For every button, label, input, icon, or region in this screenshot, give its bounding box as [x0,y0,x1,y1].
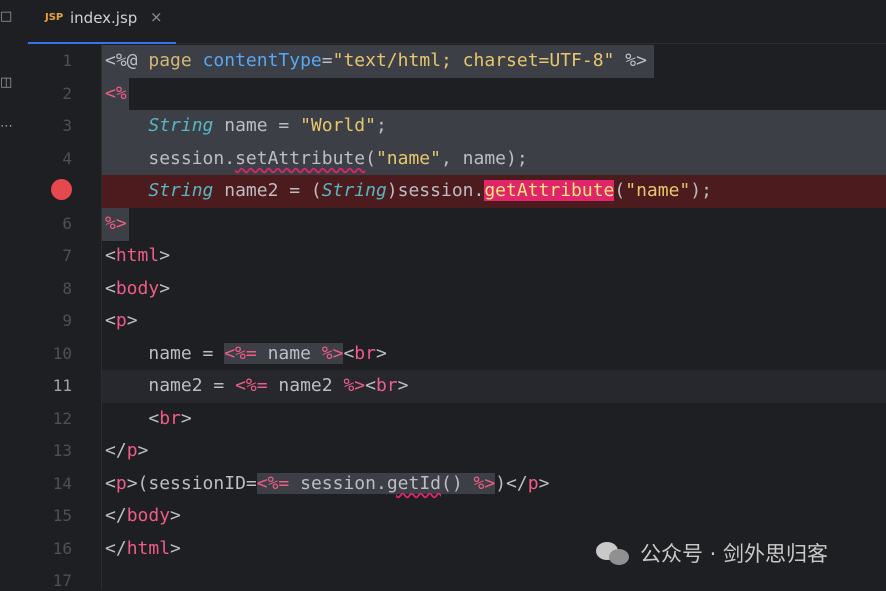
line-number: 10 [52,344,72,363]
line-number: 3 [62,116,72,135]
more-icon[interactable]: ⋯ [0,120,13,133]
tab-index-jsp[interactable]: JSP index.jsp × [28,0,176,44]
line-number: 15 [52,506,72,525]
code-line-13: </p> [105,440,149,461]
code-line-7: <html> [105,245,171,266]
error-highlight: getAttribute [484,180,615,201]
code-line-1: <%@ page contentType="text/html; charset… [105,50,647,71]
jsp-file-icon: JSP [45,12,64,23]
code-line-10: name = <%= name %><br> [148,343,387,364]
line-number-current: 11 [52,376,72,395]
line-number: 16 [52,539,72,558]
code-line-5: String name2 = (String)session.getAttrib… [148,180,712,201]
code-line-3: String name = "World"; [148,115,387,136]
watermark: 公众号 · 剑外思归客 [596,541,828,567]
folder-icon[interactable]: □ [0,10,12,23]
line-number: 12 [52,409,72,428]
left-tool-strip: □ ◫ ⋯ [0,0,26,590]
code-line-4: session.setAttribute("name", name); [148,148,528,169]
wechat-icon [596,542,630,566]
code-line-12: <br> [148,408,192,429]
breakpoint-marker[interactable] [51,179,72,200]
line-number: 13 [52,441,72,460]
line-number: 2 [62,84,72,103]
code-line-14: <p>(sessionID=<%= session.getId() %>)</p… [105,473,550,494]
code-line-9: <p> [105,310,138,331]
code-line-16: </html> [105,538,181,559]
line-number: 4 [62,149,72,168]
close-icon[interactable]: × [150,8,163,26]
line-number: 9 [62,311,72,330]
line-number: 17 [52,571,72,590]
line-number: 1 [62,51,72,70]
editor-tab-bar: JSP index.jsp × [26,0,886,44]
code-line-8: <body> [105,278,171,299]
code-line-2: <% [105,83,127,104]
line-number: 8 [62,279,72,298]
line-number: 14 [52,474,72,493]
code-line-11: name2 = <%= name2 %><br> [148,375,409,396]
code-editor[interactable]: <%@ page contentType="text/html; charset… [102,44,886,590]
watermark-text: 公众号 · 剑外思归客 [640,542,829,566]
line-number-gutter: 1 2 3 4 5 6 7 8 9 10 11 12 13 14 15 16 1… [26,44,102,590]
code-line-15: </body> [105,505,181,526]
tab-title: index.jsp [70,9,138,27]
code-line-6: %> [105,213,127,234]
line-number: 7 [62,246,72,265]
structure-icon[interactable]: ◫ [0,76,12,89]
line-number: 6 [62,214,72,233]
